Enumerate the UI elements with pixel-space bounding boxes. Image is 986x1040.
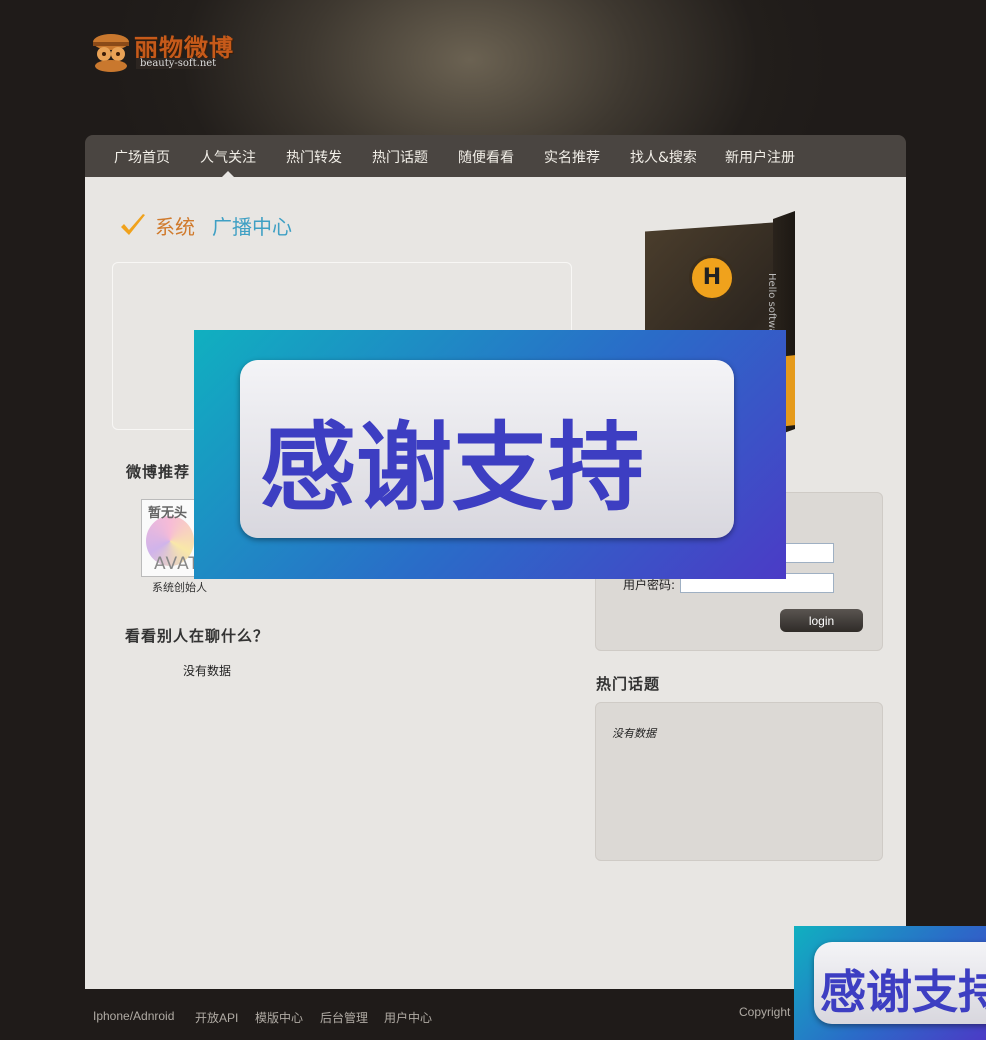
footer-link-admin[interactable]: 后台管理	[320, 1009, 368, 1026]
nav-item-search[interactable]: 找人&搜索	[630, 147, 697, 167]
nav-item-random[interactable]: 随便看看	[458, 147, 514, 167]
footer-link-mobile[interactable]: Iphone/Adnroid	[93, 1009, 174, 1023]
recommend-heading: 微博推荐	[126, 463, 191, 481]
footer-link-api[interactable]: 开放API	[195, 1009, 238, 1026]
logo-subtitle: beauty-soft.net	[136, 58, 221, 69]
nav-item-plaza-home[interactable]: 广场首页	[114, 147, 170, 167]
title-system: 系统	[155, 215, 195, 239]
site-logo[interactable]: 丽物微博 beauty-soft.net	[90, 28, 240, 74]
h-logo-icon: H	[689, 255, 735, 301]
nav-item-verified[interactable]: 实名推荐	[544, 147, 600, 167]
checkmark-icon	[121, 214, 145, 235]
nav-item-register[interactable]: 新用户注册	[725, 147, 795, 167]
login-button[interactable]: login	[780, 609, 863, 632]
title-broadcast-center: 广播中心	[212, 215, 292, 239]
thanks-banner[interactable]: 感谢支持	[194, 330, 786, 579]
hot-topics-box: 没有数据	[595, 702, 883, 861]
footer-link-user-center[interactable]: 用户中心	[384, 1009, 432, 1026]
hot-topics-heading: 热门话题	[596, 675, 661, 693]
nav-item-popular-follow[interactable]: 人气关注	[200, 147, 256, 167]
chat-empty-text: 没有数据	[183, 664, 232, 678]
thanks-banner-corner[interactable]: 感谢支持	[794, 926, 986, 1040]
thanks-text: 感谢支持	[260, 412, 644, 524]
avatar-bottom-text: AVAT	[154, 554, 200, 574]
mascot-icon	[93, 34, 129, 72]
copyright-text: Copyright	[739, 1005, 791, 1019]
nav-item-hot-reposts[interactable]: 热门转发	[286, 147, 342, 167]
thanks-corner-plate: 感谢支持	[814, 942, 986, 1024]
avatar-top-text: 暂无头	[148, 506, 188, 521]
footer-link-templates[interactable]: 模版中心	[255, 1009, 303, 1026]
thanks-corner-text: 感谢支持	[820, 965, 986, 1019]
main-panel: 系统 广播中心 微博推荐 暂无头 AVAT 系统创始人 看看别人在聊什么？ 没有…	[85, 177, 906, 989]
topics-empty-text: 没有数据	[612, 727, 656, 740]
thanks-banner-plate: 感谢支持	[240, 360, 734, 538]
chat-heading: 看看别人在聊什么？	[125, 627, 270, 645]
nav-item-hot-topics[interactable]: 热门话题	[372, 147, 428, 167]
main-nav: 广场首页 人气关注 热门转发 热门话题 随便看看 实名推荐 找人&搜索 新用户注…	[85, 135, 906, 177]
avatar-username[interactable]: 系统创始人	[152, 579, 207, 595]
